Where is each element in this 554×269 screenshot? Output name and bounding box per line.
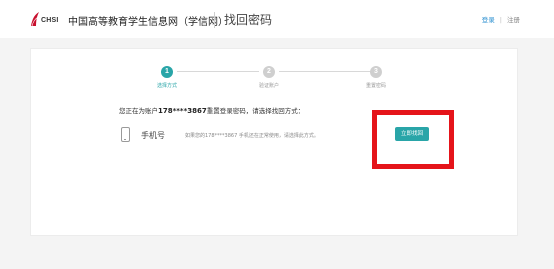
method-label: 手机号 <box>141 131 165 140</box>
recover-now-button[interactable]: 立即找回 <box>395 127 429 141</box>
register-link[interactable]: 注册 <box>507 16 520 24</box>
top-links: 登录 | 注册 <box>482 14 520 24</box>
prompt-suffix: 重置登录密码，请选择找回方式： <box>206 107 305 115</box>
method-description: 如果您的178****3867 手机还在正常使用，请选择此方式。 <box>185 133 319 139</box>
step-3: 3 重置密码 <box>346 66 406 89</box>
login-link[interactable]: 登录 <box>482 16 495 24</box>
logo-text: CHSI <box>41 17 59 24</box>
header-divider <box>214 12 215 28</box>
chsi-logo-mark-icon <box>31 12 39 27</box>
top-header: CHSI 中国高等教育学生信息网（学信网） 找回密码 登录 | 注册 <box>0 0 554 38</box>
reset-prompt: 您正在为账户178****3867重置登录密码，请选择找回方式： <box>119 105 304 115</box>
site-name: 中国高等教育学生信息网（学信网） <box>68 17 228 28</box>
mobile-phone-icon <box>121 127 130 142</box>
link-separator: | <box>499 16 502 24</box>
account-number: 178****3867 <box>158 107 207 115</box>
step-number: 1 <box>161 66 173 78</box>
step-indicator: 1 选择方式 2 验证账户 3 重置密码 <box>31 49 517 99</box>
chsi-logo[interactable]: CHSI <box>30 11 64 29</box>
prompt-prefix: 您正在为账户 <box>119 107 158 115</box>
step-label: 验证账户 <box>258 83 279 89</box>
step-1: 1 选择方式 <box>137 66 197 89</box>
step-2: 2 验证账户 <box>239 66 299 89</box>
step-label: 选择方式 <box>156 83 177 89</box>
page-title: 找回密码 <box>224 13 273 27</box>
step-label: 重置密码 <box>365 83 386 89</box>
step-number: 2 <box>263 66 275 78</box>
step-number: 3 <box>370 66 382 78</box>
